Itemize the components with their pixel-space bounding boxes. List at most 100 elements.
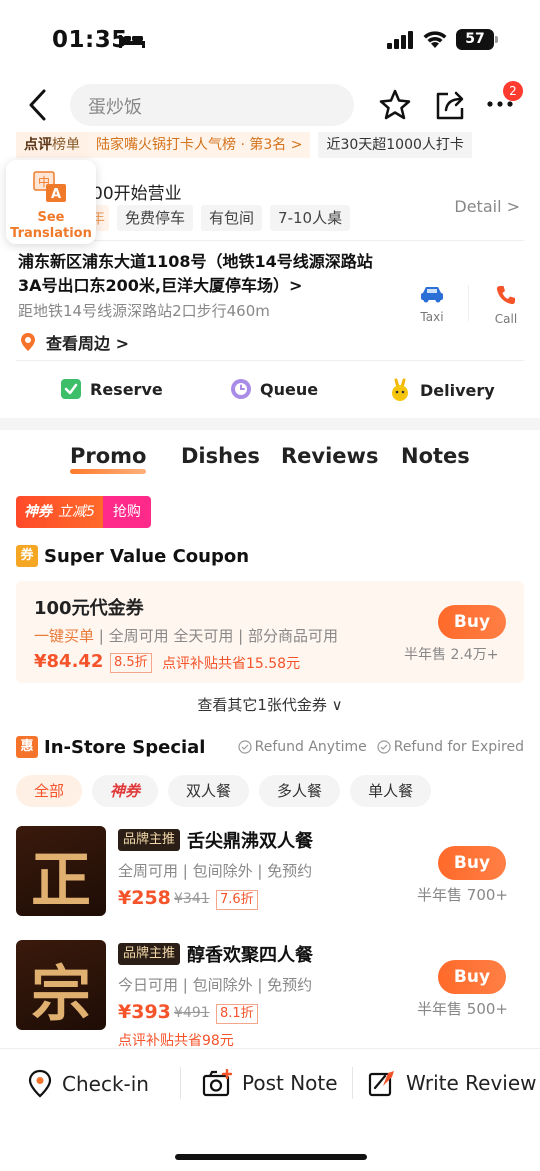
checkin-count-tag: 近30天超1000人打卡: [318, 132, 472, 158]
tab-promo[interactable]: Promo: [70, 444, 147, 474]
filter-chip-single[interactable]: 单人餐: [350, 775, 432, 807]
feature-tags: 年 免费停车 有包间 7-10人桌: [86, 205, 351, 231]
sleep-bed-icon: [119, 35, 145, 48]
coupon-section-header: 券 Super Value Coupon: [16, 545, 249, 567]
rank-description[interactable]: 陆家嘴火锅打卡人气榜 · 第3名 >: [88, 132, 311, 158]
write-review-label: Write Review: [406, 1071, 537, 1095]
check-in-button[interactable]: Check-in: [26, 1069, 149, 1099]
call-button[interactable]: Call: [486, 284, 526, 326]
cellular-signal-icon: [387, 31, 413, 49]
camera-plus-icon: [202, 1069, 233, 1097]
content-tabs: Promo Dishes Reviews Notes: [0, 440, 540, 484]
filter-chip-group[interactable]: 多人餐: [259, 775, 341, 807]
set-meal-terms: 今日可用 | 包间除外 | 免预约: [118, 976, 313, 994]
svg-text:A: A: [51, 187, 61, 202]
set-meal-image: 宗: [16, 940, 106, 1030]
deal-amount: 立减5: [58, 504, 95, 520]
coupon-sold-count: 半年售 2.4万+: [404, 647, 499, 663]
address-text[interactable]: 浦东新区浦东大道1108号（地铁14号线源深路站3A号出口东200米,巨洋大厦停…: [18, 250, 388, 298]
delivery-button[interactable]: Delivery: [390, 378, 495, 402]
translate-icon: 中 A: [33, 171, 66, 202]
delivery-kangaroo-icon: [392, 378, 408, 401]
write-review-button[interactable]: Write Review: [368, 1069, 537, 1097]
set-meal-item[interactable]: 正 品牌主推 舌尖鼎沸双人餐 全周可用 | 包间除外 | 免预约 ¥258 ¥3…: [16, 826, 524, 926]
special-section-icon: 惠: [16, 736, 38, 758]
brand-recommend-tag: 品牌主推: [118, 829, 181, 851]
more-coupons-link[interactable]: 查看其它1张代金券 ∨: [0, 694, 540, 715]
set-meal-image-glyph: 宗: [31, 960, 91, 1030]
phone-icon: [496, 286, 515, 305]
tab-notes[interactable]: Notes: [401, 444, 470, 468]
divider: [16, 360, 524, 361]
set-meal-sold-count: 半年售 500+: [417, 1000, 508, 1018]
taxi-button[interactable]: Taxi: [412, 284, 452, 324]
queue-label: Queue: [260, 379, 319, 399]
set-meal-buy-button[interactable]: Buy: [438, 846, 506, 880]
set-meal-original-price: ¥491: [174, 1005, 210, 1021]
filter-chip-two-person[interactable]: 双人餐: [168, 775, 250, 807]
see-translation-label: See Translation: [10, 210, 92, 241]
wifi-icon: [423, 31, 447, 48]
divider: [352, 1067, 353, 1099]
taxi-car-icon: [421, 287, 443, 303]
back-chevron-icon[interactable]: [26, 88, 50, 122]
divider: [468, 285, 469, 321]
detail-link[interactable]: Detail >: [454, 197, 520, 216]
brand-recommend-tag: 品牌主推: [118, 943, 181, 965]
taxi-label: Taxi: [420, 310, 444, 324]
set-meal-terms: 全周可用 | 包间除外 | 免预约: [118, 862, 313, 880]
rank-row: 点评榜单 陆家嘴火锅打卡人气榜 · 第3名 > 近30天超1000人打卡: [16, 132, 472, 158]
queue-button[interactable]: Queue: [230, 378, 318, 400]
notification-badge: 2: [503, 81, 523, 101]
set-meal-buy-button[interactable]: Buy: [438, 960, 506, 994]
refund-anytime-label: Refund Anytime: [254, 739, 367, 755]
feature-tag: 有包间: [201, 205, 263, 231]
set-meal-item[interactable]: 宗 品牌主推 醇香欢聚四人餐 今日可用 | 包间除外 | 免预约 ¥393 ¥4…: [16, 940, 524, 1049]
post-note-button[interactable]: Post Note: [202, 1069, 338, 1097]
filter-chips: 全部 神券 双人餐 多人餐 单人餐: [16, 775, 432, 807]
section-separator: [0, 418, 540, 430]
edit-pencil-icon: [368, 1071, 394, 1097]
post-note-label: Post Note: [242, 1071, 338, 1095]
status-bar: 01:35 57: [0, 0, 540, 80]
search-input[interactable]: 蛋炒饭: [70, 84, 354, 126]
rank-label-prefix: 点评: [24, 137, 52, 153]
location-pin-icon: [21, 333, 35, 351]
see-translation-button[interactable]: 中 A See Translation: [6, 160, 96, 244]
rank-list-tag[interactable]: 点评榜单: [16, 132, 88, 158]
tab-reviews[interactable]: Reviews: [281, 444, 378, 468]
coupon-card[interactable]: 100元代金券 一键买单 | 全周可用 全天可用 | 部分商品可用 ¥84.42…: [16, 581, 524, 683]
coupon-price: ¥84.42: [34, 651, 104, 672]
favorite-star-icon[interactable]: [378, 88, 412, 122]
call-label: Call: [494, 312, 518, 326]
deal-brand: 神券: [24, 504, 52, 520]
more-dots-icon[interactable]: [486, 100, 514, 108]
check-circle-icon: [238, 740, 252, 754]
set-meal-price: ¥258: [118, 887, 171, 909]
coupon-term-highlight: 一键买单: [34, 627, 95, 645]
special-section-title: In-Store Special: [44, 736, 206, 758]
refund-policy: Refund Anytime Refund for Expired: [238, 739, 524, 755]
view-nearby-label: 查看周边 >: [46, 334, 129, 353]
coupon-title: 100元代金券: [34, 598, 144, 619]
set-meal-image: 正: [16, 826, 106, 916]
filter-chip-brand-coupon[interactable]: 神券: [92, 775, 159, 807]
set-meal-title: 醇香欢聚四人餐: [187, 945, 313, 966]
tab-dishes[interactable]: Dishes: [181, 444, 260, 468]
view-nearby-link[interactable]: 查看周边 >: [18, 330, 129, 354]
set-meal-title: 舌尖鼎沸双人餐: [187, 831, 313, 852]
search-placeholder: 蛋炒饭: [88, 97, 142, 118]
location-pin-icon: [28, 1069, 52, 1098]
coupon-buy-button[interactable]: Buy: [438, 605, 506, 639]
filter-chip-all[interactable]: 全部: [16, 775, 83, 807]
status-time: 01:35: [52, 27, 128, 53]
coupon-subsidy: 点评补贴共省15.58元: [162, 656, 301, 672]
deal-action: 抢购: [102, 496, 151, 528]
share-icon[interactable]: [434, 88, 468, 122]
deal-badge[interactable]: 神券 立减5 抢购: [16, 496, 151, 528]
reserve-label: Reserve: [90, 379, 163, 399]
special-section-header: 惠 In-Store Special: [16, 736, 205, 758]
home-indicator[interactable]: [175, 1154, 367, 1160]
reserve-button[interactable]: Reserve: [60, 378, 163, 400]
coupon-term-rest: | 全周可用 全天可用 | 部分商品可用: [94, 627, 338, 645]
